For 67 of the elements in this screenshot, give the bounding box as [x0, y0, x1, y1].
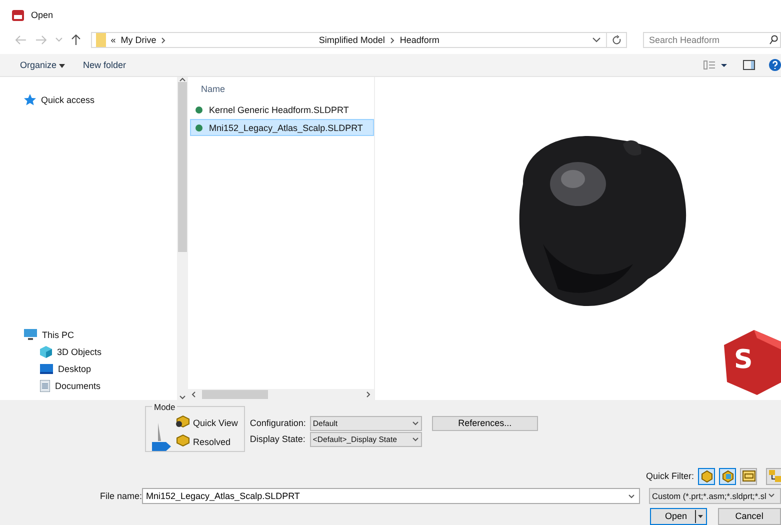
- part-icon: [175, 414, 190, 428]
- search-field[interactable]: Search Headform: [643, 32, 781, 48]
- breadcrumb[interactable]: Headform: [400, 35, 440, 46]
- sidebar-item[interactable]: Desktop: [58, 364, 92, 374]
- file-row[interactable]: Kernel Generic Headform.SLDPRT: [190, 101, 374, 118]
- desktop-icon: [40, 364, 53, 374]
- logo-cube-icon: [724, 330, 781, 396]
- chevron-down-icon[interactable]: [628, 494, 635, 499]
- file-row[interactable]: Mni152_Legacy_Atlas_Scalp.SLDPRT: [190, 119, 374, 136]
- chevron-right-icon[interactable]: [161, 36, 166, 44]
- organize-button[interactable]: Organize: [18, 58, 68, 72]
- mode-option[interactable]: Quick View: [193, 418, 238, 428]
- scroll-up-icon[interactable]: [179, 77, 186, 82]
- document-icon: [40, 380, 50, 392]
- search-icon: [769, 35, 778, 46]
- breadcrumb[interactable]: «: [110, 35, 116, 46]
- sidebar-item[interactable]: Quick access: [41, 94, 95, 105]
- open-button[interactable]: Open: [650, 508, 707, 525]
- caret-icon[interactable]: [694, 510, 704, 523]
- logo-letter: S: [734, 345, 753, 376]
- caret-icon: [59, 64, 66, 68]
- app-icon: [11, 8, 25, 22]
- part-file-icon: [195, 124, 203, 132]
- references-button[interactable]: References...: [432, 416, 538, 431]
- help-icon[interactable]: [769, 59, 781, 72]
- scroll-right-icon[interactable]: [366, 390, 371, 398]
- cube-icon: [40, 346, 52, 358]
- sidebar-item[interactable]: Documents: [55, 380, 101, 391]
- sidebar-item[interactable]: This PC: [42, 330, 74, 340]
- filter-button[interactable]: [719, 468, 736, 485]
- filter-button[interactable]: [766, 468, 781, 485]
- breadcrumb[interactable]: Simplified Model: [318, 35, 385, 46]
- chevron-down-icon: [412, 436, 419, 442]
- mode-option[interactable]: Resolved: [193, 436, 231, 447]
- field-label: Configuration:: [250, 418, 306, 428]
- file-type-dropdown[interactable]: Custom (*.prt;*.asm;*.sldprt;*.sl: [649, 488, 781, 504]
- scrollbar[interactable]: [177, 77, 188, 400]
- sidebar-item[interactable]: 3D Objects: [57, 346, 102, 357]
- chevron-down-icon[interactable]: [592, 37, 602, 44]
- scroll-left-icon[interactable]: [191, 390, 196, 398]
- refresh-icon[interactable]: [612, 34, 622, 46]
- new-folder-button[interactable]: New folder: [81, 58, 128, 72]
- filter-button[interactable]: [698, 468, 715, 485]
- address-bar[interactable]: « My Drive Simplified Model Headform: [90, 32, 628, 48]
- group-label: Mode: [153, 402, 176, 412]
- chevron-down-icon: [412, 420, 419, 426]
- monitor-icon: [24, 329, 37, 340]
- field-label: Quick Filter:: [646, 471, 694, 482]
- file-name-field[interactable]: Mni152_Legacy_Atlas_Scalp.SLDPRT: [142, 488, 640, 504]
- filter-button[interactable]: [740, 468, 757, 485]
- star-icon: [24, 94, 36, 106]
- folder-icon: [96, 33, 106, 48]
- chevron-down-icon: [768, 493, 776, 498]
- scroll-down-icon[interactable]: [179, 394, 186, 400]
- up-icon[interactable]: [70, 34, 81, 46]
- field-label: File name:: [100, 490, 140, 501]
- breadcrumb[interactable]: My Drive: [120, 35, 156, 46]
- column-header[interactable]: Name: [201, 84, 226, 94]
- view-options-icon[interactable]: [703, 60, 729, 70]
- preview-pane-icon[interactable]: [743, 60, 755, 70]
- field-label: Display State:: [250, 434, 306, 444]
- chevron-right-icon[interactable]: [390, 36, 395, 44]
- part-icon: [175, 432, 190, 447]
- window-title: Open: [31, 10, 54, 20]
- part-file-icon: [195, 106, 203, 114]
- cancel-button[interactable]: Cancel: [718, 508, 781, 525]
- pointer-arrow-icon: [152, 422, 172, 451]
